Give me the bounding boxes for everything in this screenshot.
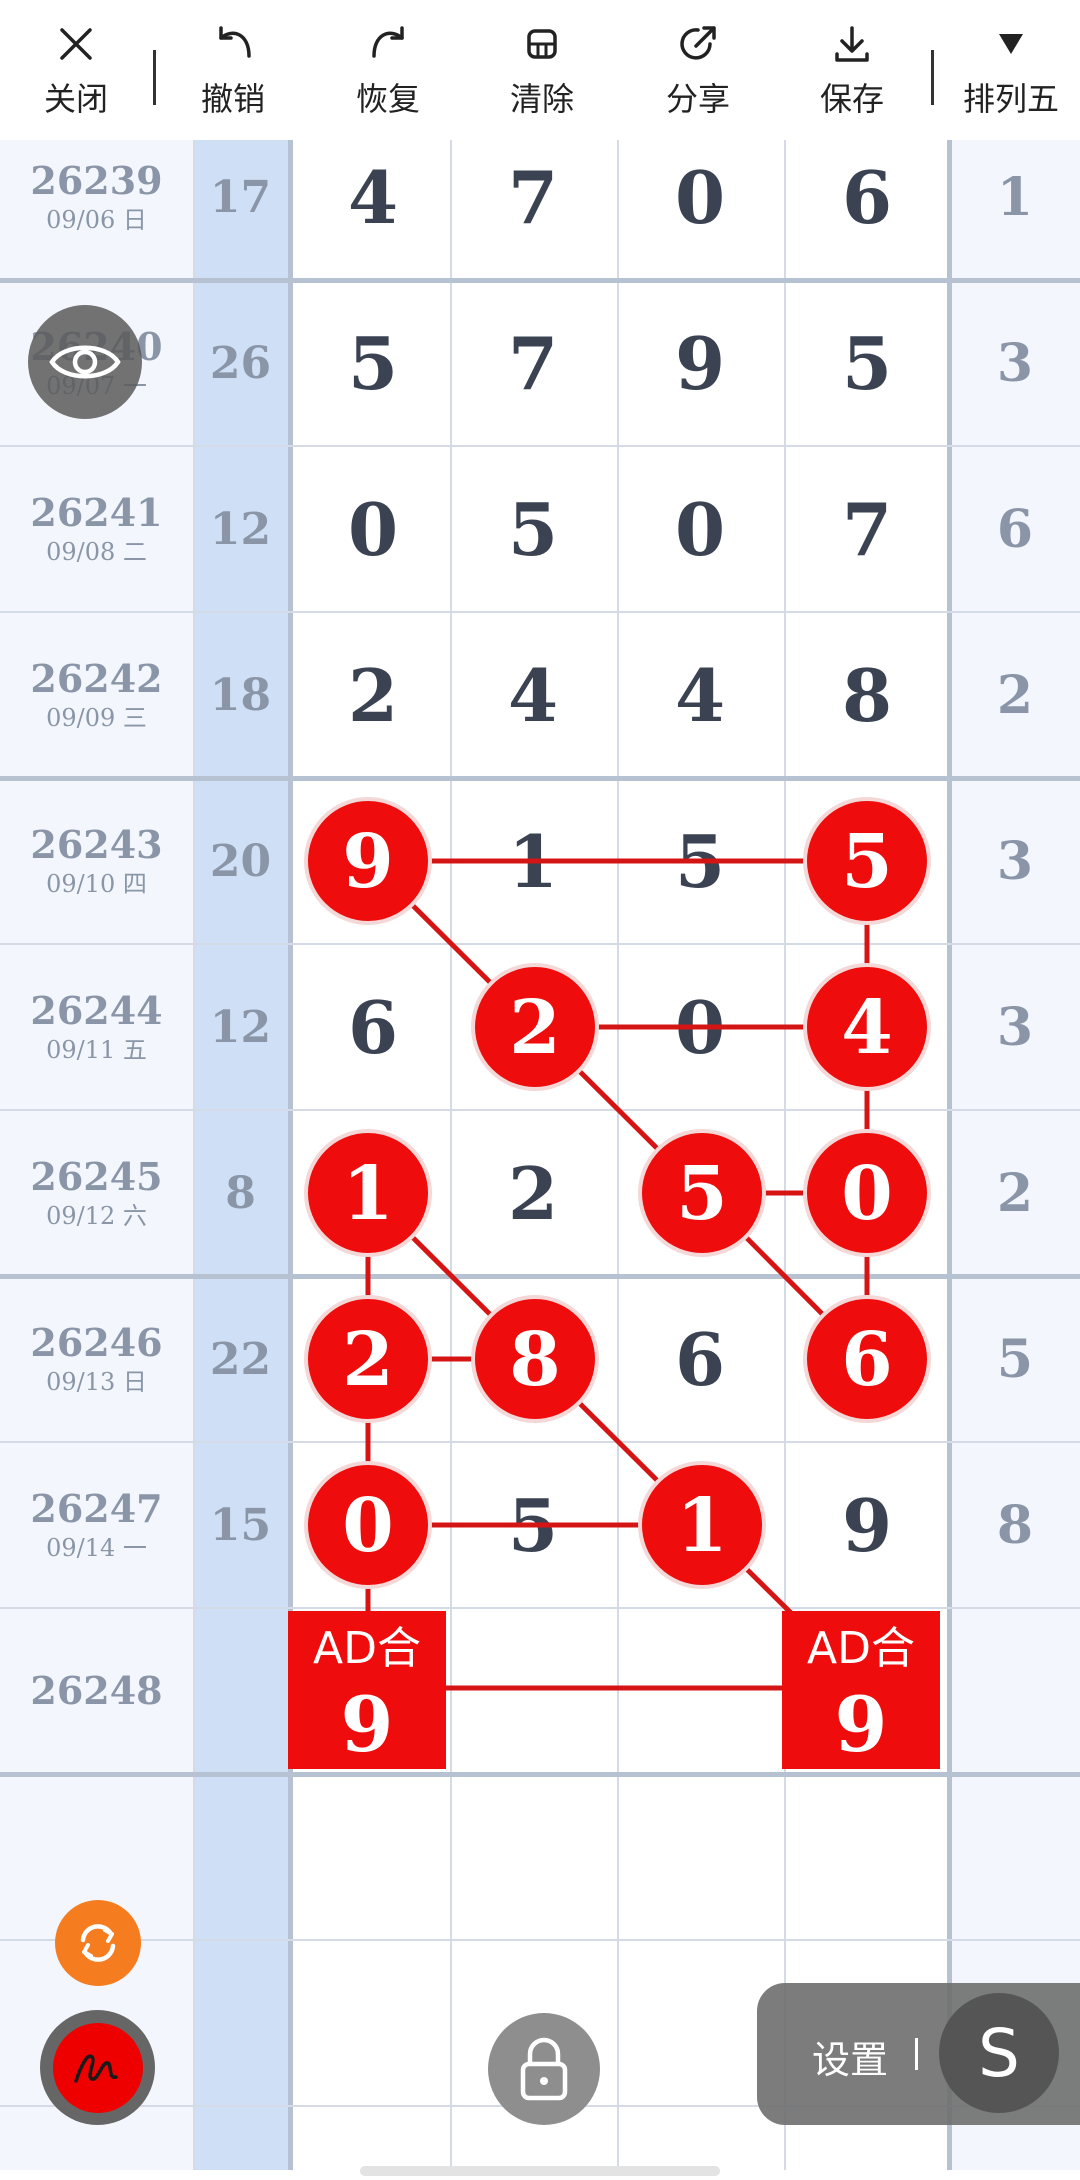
triangle-down-icon (999, 34, 1023, 54)
visibility-toggle-button[interactable] (28, 305, 142, 419)
circled-digit-value: 1 (676, 1483, 728, 1569)
circled-digit[interactable]: 8 (471, 1295, 599, 1423)
circled-digit-value: 0 (841, 1151, 893, 1237)
circled-digit[interactable]: 2 (471, 963, 599, 1091)
ad-label: AD合 (807, 1623, 915, 1674)
lottery-type-label: 排列五 (962, 80, 1059, 118)
settings-divider (915, 2038, 918, 2070)
circled-digit[interactable]: 1 (304, 1129, 432, 1257)
redo-icon (372, 26, 404, 58)
settings-panel: 设置 S (757, 1983, 1080, 2125)
circled-digit-value: 2 (509, 985, 561, 1071)
close-icon (60, 28, 92, 60)
circled-digit-value: 1 (342, 1151, 394, 1237)
home-indicator (360, 2166, 720, 2176)
ad-sum-box[interactable]: AD合 9 (782, 1611, 940, 1769)
circled-digit[interactable]: 4 (803, 963, 931, 1091)
ad-sum-box[interactable]: AD合 9 (288, 1611, 446, 1769)
circled-digit[interactable]: 6 (803, 1295, 931, 1423)
pen-scribble-icon (73, 2053, 118, 2083)
circled-digit[interactable]: 0 (803, 1129, 931, 1257)
toolbar-divider (931, 50, 934, 105)
eye-icon (49, 345, 121, 379)
circled-digit-value: 8 (509, 1317, 561, 1403)
pen-color-swatch (52, 2022, 143, 2113)
pattern-overlay[interactable]: AD合 9 AD合 9 9 5 2 4 1 5 0 2 8 6 0 1 (0, 140, 1080, 2170)
share-icon (680, 26, 716, 60)
circled-digit[interactable]: 5 (803, 797, 931, 925)
trend-chart-grid[interactable]: 2623909/06 日17470612624009/07 一265795326… (0, 140, 1080, 2170)
circled-digit-value: 4 (841, 985, 893, 1071)
toolbar-divider (153, 50, 156, 105)
circled-digit-value: 5 (676, 1151, 728, 1237)
circled-digit-value: 5 (841, 819, 893, 905)
clear-button[interactable]: 清除 (477, 20, 607, 130)
share-button[interactable]: 分享 (633, 20, 763, 130)
ad-value: 9 (341, 1680, 394, 1769)
refresh-button[interactable] (55, 1900, 141, 1986)
download-icon (835, 26, 869, 62)
lock-button[interactable] (488, 2013, 600, 2125)
circled-digit[interactable]: 5 (638, 1129, 766, 1257)
circled-digit-value: 9 (342, 819, 394, 905)
share-label: 分享 (665, 80, 730, 118)
close-label: 关闭 (43, 80, 108, 118)
save-button[interactable]: 保存 (787, 20, 917, 130)
circled-digit[interactable]: 2 (304, 1295, 432, 1423)
s-logo-icon: S (978, 2014, 1020, 2092)
redo-label: 恢复 (355, 80, 420, 118)
s-menu-button[interactable]: S (939, 1993, 1059, 2113)
circled-digit-value: 6 (841, 1317, 893, 1403)
clear-label: 清除 (509, 80, 574, 118)
lock-icon (520, 2037, 568, 2101)
ad-label: AD合 (313, 1623, 421, 1674)
save-label: 保存 (819, 80, 884, 118)
lottery-type-dropdown[interactable]: 排列五 (946, 20, 1076, 130)
ad-value: 9 (835, 1680, 888, 1769)
close-button[interactable]: 关闭 (11, 20, 141, 130)
redo-button[interactable]: 恢复 (323, 20, 453, 130)
toolbar: 关闭 撤销 恢复 清除 分享 保存 排列五 (0, 0, 1080, 140)
undo-label: 撤销 (200, 80, 265, 118)
circled-digit-value: 0 (342, 1483, 394, 1569)
circled-digit[interactable]: 1 (638, 1461, 766, 1589)
circled-digit-value: 2 (342, 1317, 394, 1403)
settings-button[interactable]: 设置 (812, 2029, 888, 2084)
refresh-icon (80, 1924, 116, 1962)
circled-digit[interactable]: 9 (304, 797, 432, 925)
undo-button[interactable]: 撤销 (168, 20, 298, 130)
eraser-icon (527, 29, 557, 59)
undo-icon (219, 26, 251, 58)
circled-digit[interactable]: 0 (304, 1461, 432, 1589)
pen-tool-button[interactable] (40, 2010, 155, 2125)
